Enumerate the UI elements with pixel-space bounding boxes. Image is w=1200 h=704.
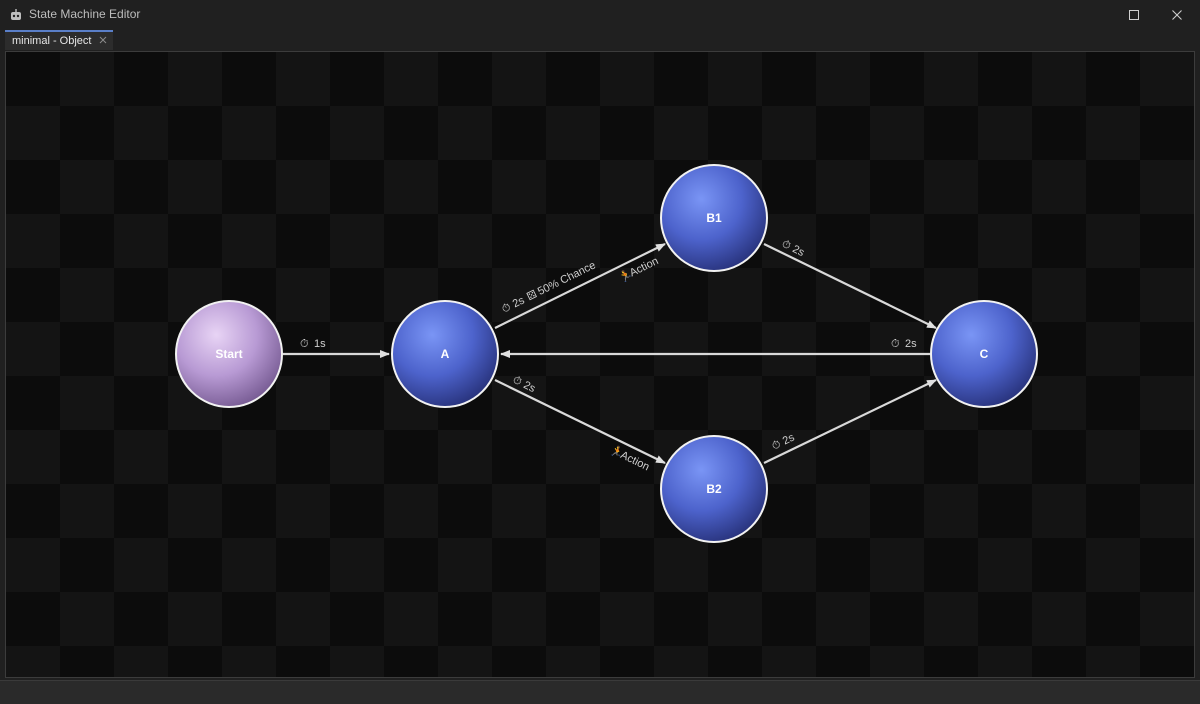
- timer-label: 1s: [314, 338, 326, 350]
- graph-canvas[interactable]: ⏱ 1s ⏱ 2s ⚄ 50% Chance 🏃 Action ⏱ 2s 🏃 A…: [5, 51, 1195, 678]
- state-graph[interactable]: ⏱ 1s ⏱ 2s ⚄ 50% Chance 🏃 Action ⏱ 2s 🏃 A…: [6, 52, 1194, 677]
- edge-b1-c[interactable]: [763, 243, 937, 329]
- node-start-label: Start: [215, 347, 242, 361]
- maximize-button[interactable]: [1114, 0, 1154, 30]
- edge-label-a-b2-action: 🏃 Action: [608, 443, 652, 473]
- node-b2-label: B2: [706, 482, 722, 496]
- tab-close-icon[interactable]: [98, 35, 108, 45]
- title-bar[interactable]: State Machine Editor: [0, 0, 1200, 30]
- state-machine-editor-window: State Machine Editor minimal - Object ⏱ …: [0, 0, 1200, 704]
- window-title: State Machine Editor: [29, 7, 141, 21]
- close-button[interactable]: [1157, 0, 1197, 30]
- maximize-icon: [1129, 10, 1139, 20]
- node-c-label: C: [980, 347, 989, 361]
- timer-label: 2s: [905, 338, 917, 350]
- timer-icon: ⏱: [770, 438, 783, 453]
- node-start[interactable]: Start: [175, 300, 283, 408]
- timer-icon: ⏱: [511, 374, 524, 389]
- edge-label-a-b1-timer: ⏱ 2s ⚄ 50% Chance: [500, 259, 598, 315]
- status-bar: [0, 680, 1200, 704]
- edge-label-a-b1-action: 🏃 Action: [617, 255, 661, 285]
- tab-label: minimal - Object: [12, 35, 92, 47]
- edge-b2-c[interactable]: [763, 379, 937, 464]
- close-icon: [1172, 10, 1182, 20]
- edge-label-c-a: ⏱ 2s: [891, 338, 917, 350]
- timer-icon: ⏱: [300, 338, 309, 350]
- node-b1[interactable]: B1: [660, 164, 768, 272]
- tab-minimal-object[interactable]: minimal - Object: [5, 30, 113, 50]
- timer-icon: ⏱: [500, 301, 513, 316]
- tab-strip: minimal - Object: [0, 30, 1200, 50]
- robot-icon: [11, 9, 21, 20]
- timer-label: 2s: [511, 294, 527, 310]
- timer-label: 2s: [790, 243, 806, 259]
- node-c[interactable]: C: [930, 300, 1038, 408]
- edge-label-b1-c: ⏱ 2s: [780, 238, 807, 259]
- node-b2[interactable]: B2: [660, 435, 768, 543]
- timer-icon: ⏱: [780, 238, 793, 253]
- node-a[interactable]: A: [391, 300, 499, 408]
- timer-label: 2s: [521, 379, 537, 395]
- timer-label: 2s: [781, 431, 797, 447]
- edge-a-b2[interactable]: [494, 379, 666, 464]
- action-label: Action: [628, 255, 661, 279]
- node-b1-label: B1: [706, 211, 722, 225]
- node-a-label: A: [441, 347, 450, 361]
- edge-label-a-b2-timer: ⏱ 2s: [511, 374, 538, 395]
- edge-label-start-a: ⏱ 1s: [300, 338, 326, 350]
- timer-icon: ⏱: [891, 338, 900, 350]
- edge-a-b1[interactable]: [494, 243, 666, 329]
